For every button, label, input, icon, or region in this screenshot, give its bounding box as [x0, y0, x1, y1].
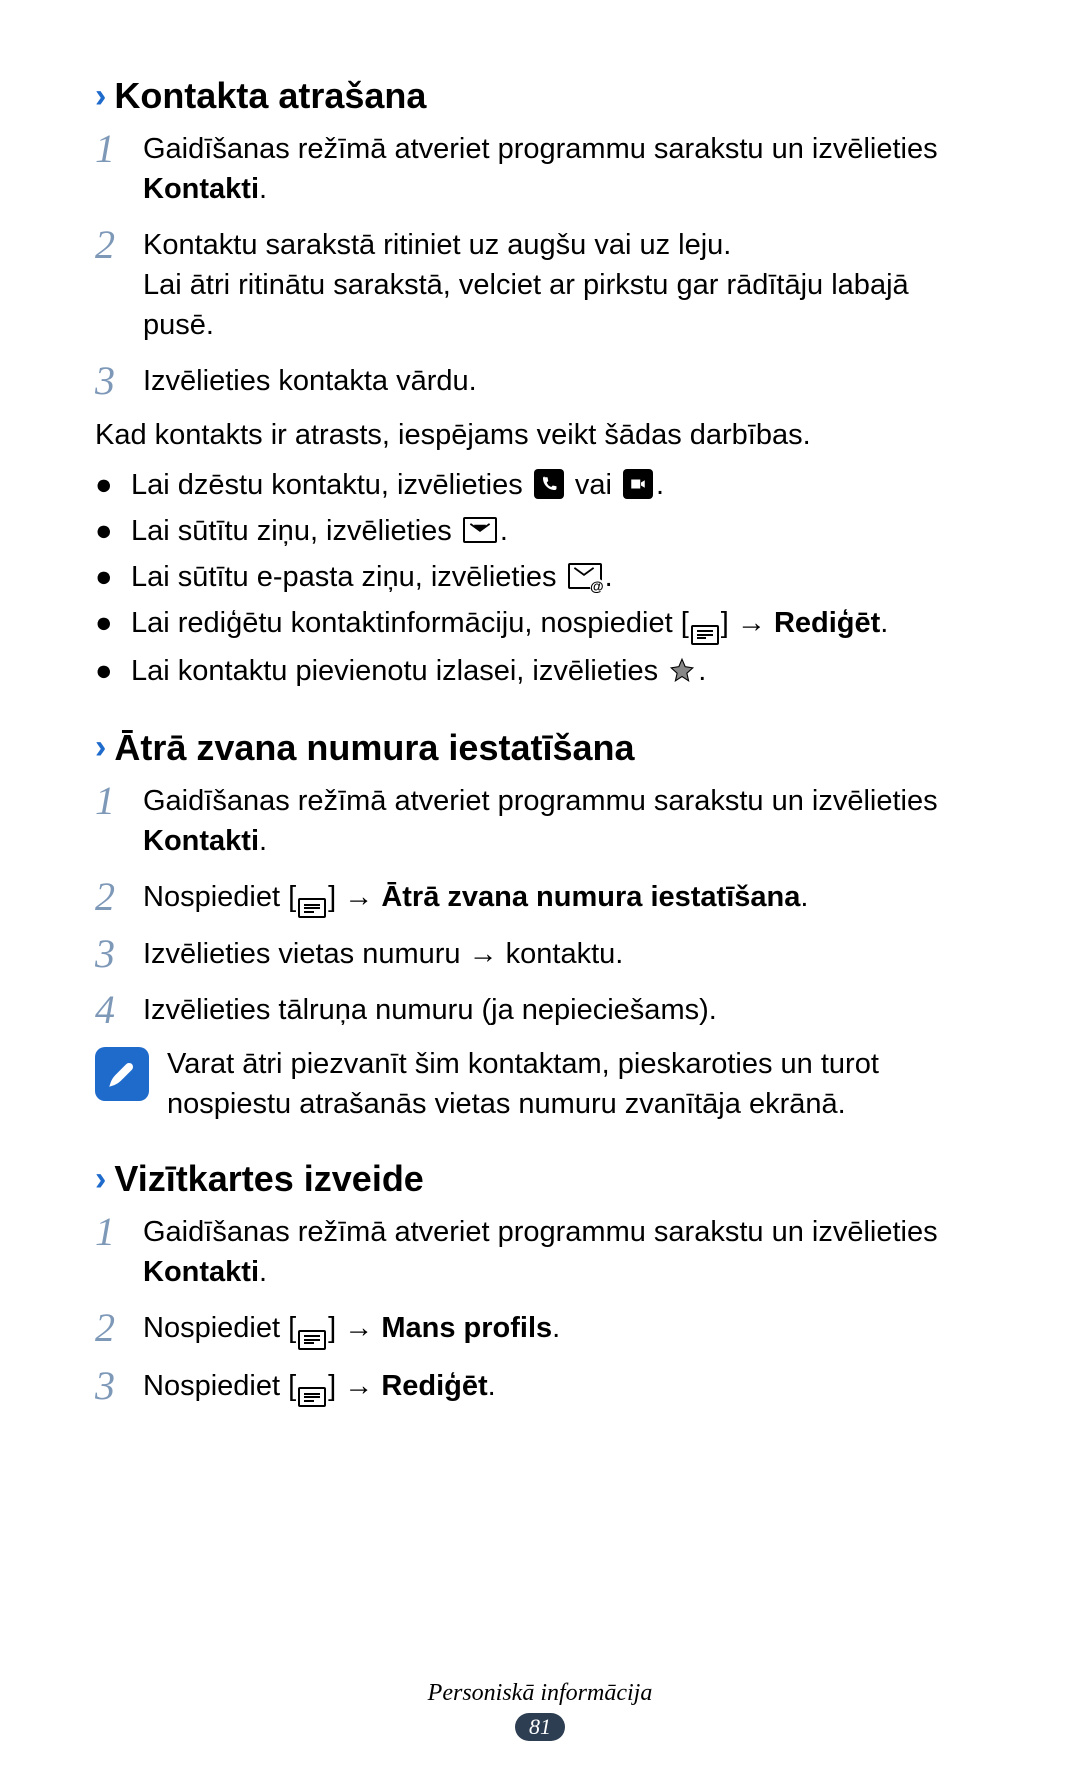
page-footer: Personiskā informācija 81	[0, 1680, 1080, 1741]
step-item: 1 Gaidīšanas režīmā atveriet programmu s…	[95, 779, 985, 861]
step-text: Nospiediet [] → Rediģēt.	[143, 1364, 496, 1408]
step-text: Izvēlieties vietas numuru → kontaktu.	[143, 932, 623, 974]
heading-text: Kontakta atrašana	[114, 75, 426, 117]
heading-kontakta-atrasana: › Kontakta atrašana	[95, 75, 985, 117]
step-number: 2	[95, 1306, 143, 1348]
step-number: 3	[95, 359, 143, 401]
bullet-marker: ●	[95, 651, 131, 691]
step-list: 1 Gaidīšanas režīmā atveriet programmu s…	[95, 127, 985, 401]
step-number: 1	[95, 127, 143, 169]
heading-text: Ātrā zvana numura iestatīšana	[114, 727, 634, 769]
step-item: 4 Izvēlieties tālruņa numuru (ja nepieci…	[95, 988, 985, 1030]
star-icon	[669, 657, 695, 683]
heading-text: Vizītkartes izveide	[114, 1158, 424, 1200]
menu-key-icon	[296, 1330, 328, 1350]
step-text: Gaidīšanas režīmā atveriet programmu sar…	[143, 127, 985, 209]
step-text: Izvēlieties kontakta vārdu.	[143, 359, 477, 401]
chevron-icon: ›	[95, 728, 106, 767]
step-item: 2 Nospiediet [] → Ātrā zvana numura iest…	[95, 875, 985, 919]
step-item: 1 Gaidīšanas režīmā atveriet programmu s…	[95, 127, 985, 209]
step-text: Izvēlieties tālruņa numuru (ja nepiecieš…	[143, 988, 717, 1030]
footer-section-label: Personiskā informācija	[0, 1680, 1080, 1707]
paragraph: Kad kontakts ir atrasts, iespējams veikt…	[95, 415, 985, 455]
bullet-item: ● Lai rediģētu kontaktinformāciju, nospi…	[95, 603, 985, 645]
bullet-item: ● Lai dzēstu kontaktu, izvēlieties vai .	[95, 465, 985, 505]
bullet-item: ● Lai kontaktu pievienotu izlasei, izvēl…	[95, 651, 985, 691]
bullet-marker: ●	[95, 603, 131, 645]
step-item: 2 Kontaktu sarakstā ritiniet uz augšu va…	[95, 223, 985, 345]
step-item: 3 Izvēlieties vietas numuru → kontaktu.	[95, 932, 985, 974]
step-number: 3	[95, 932, 143, 974]
step-item: 3 Nospiediet [] → Rediģēt.	[95, 1364, 985, 1408]
chevron-icon: ›	[95, 77, 106, 116]
page-number: 81	[515, 1713, 565, 1741]
menu-key-icon	[296, 898, 328, 918]
step-number: 2	[95, 223, 143, 265]
note-block: Varat ātri piezvanīt šim kontaktam, pies…	[95, 1044, 985, 1124]
message-icon	[463, 517, 497, 543]
step-number: 2	[95, 875, 143, 917]
bullet-item: ● Lai sūtītu e-pasta ziņu, izvēlieties @…	[95, 557, 985, 597]
bullet-marker: ●	[95, 557, 131, 597]
bullet-item: ● Lai sūtītu ziņu, izvēlieties .	[95, 511, 985, 551]
bullet-marker: ●	[95, 465, 131, 505]
step-text: Nospiediet [] → Mans profils.	[143, 1306, 560, 1350]
menu-key-icon	[689, 625, 721, 645]
step-number: 1	[95, 1210, 143, 1252]
step-list: 1 Gaidīšanas režīmā atveriet programmu s…	[95, 779, 985, 1031]
video-call-icon	[623, 469, 653, 499]
step-item: 2 Nospiediet [] → Mans profils.	[95, 1306, 985, 1350]
step-list: 1 Gaidīšanas režīmā atveriet programmu s…	[95, 1210, 985, 1407]
heading-vizitkartes: › Vizītkartes izveide	[95, 1158, 985, 1200]
phone-icon	[534, 469, 564, 499]
step-text: Gaidīšanas režīmā atveriet programmu sar…	[143, 1210, 985, 1292]
bullet-list: ● Lai dzēstu kontaktu, izvēlieties vai .…	[95, 465, 985, 691]
step-item: 3 Izvēlieties kontakta vārdu.	[95, 359, 985, 401]
note-text: Varat ātri piezvanīt šim kontaktam, pies…	[167, 1044, 985, 1124]
step-number: 1	[95, 779, 143, 821]
menu-key-icon	[296, 1387, 328, 1407]
step-text: Kontaktu sarakstā ritiniet uz augšu vai …	[143, 223, 985, 345]
email-icon: @	[568, 563, 602, 589]
heading-atra-zvana: › Ātrā zvana numura iestatīšana	[95, 727, 985, 769]
step-text: Gaidīšanas režīmā atveriet programmu sar…	[143, 779, 985, 861]
step-item: 1 Gaidīšanas režīmā atveriet programmu s…	[95, 1210, 985, 1292]
step-number: 4	[95, 988, 143, 1030]
step-text: Nospiediet [] → Ātrā zvana numura iestat…	[143, 875, 808, 919]
step-number: 3	[95, 1364, 143, 1406]
chevron-icon: ›	[95, 1160, 106, 1199]
bullet-marker: ●	[95, 511, 131, 551]
manual-page: › Kontakta atrašana 1 Gaidīšanas režīmā …	[0, 0, 1080, 1771]
note-icon	[95, 1047, 149, 1101]
